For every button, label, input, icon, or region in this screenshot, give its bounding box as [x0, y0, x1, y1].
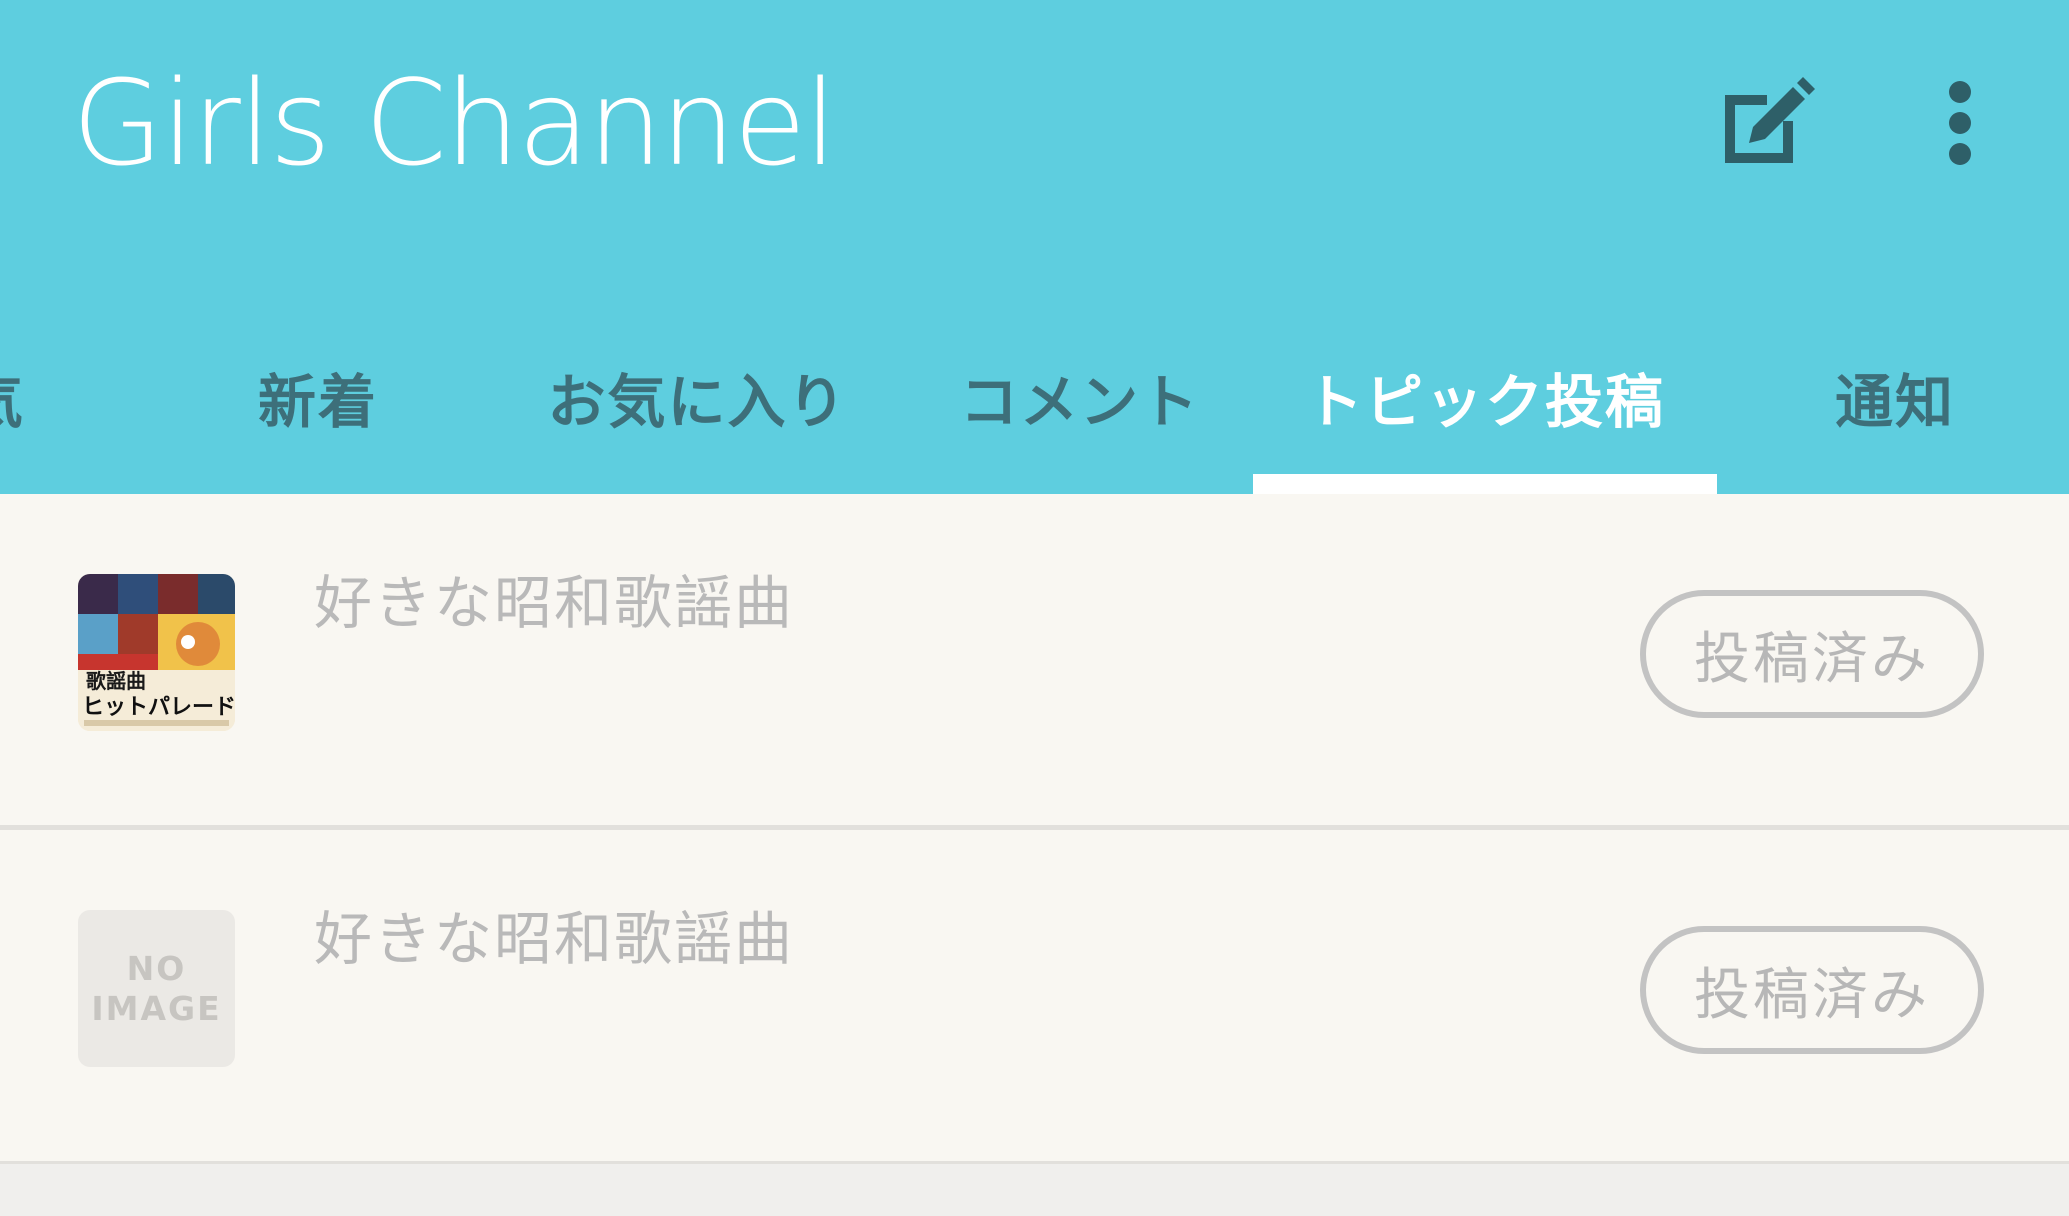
album-caption-main: ヒットパレード — [82, 695, 235, 720]
active-tab-indicator — [1253, 474, 1717, 494]
album-caption-top: 歌謡曲 — [86, 669, 146, 693]
list-footer-space — [0, 1164, 2069, 1216]
tab-favorites[interactable]: お気に入り — [540, 300, 855, 494]
compose-button[interactable] — [1700, 58, 1830, 188]
topic-row[interactable]: 歌謡曲 ヒットパレード 好きな昭和歌謡曲 投稿済み — [0, 494, 2069, 825]
tab-topic-posts[interactable]: トピック投稿 — [1253, 300, 1717, 494]
tab-comments[interactable]: コメント — [940, 300, 1220, 494]
tab-new[interactable]: 新着 — [200, 300, 436, 494]
tab-popular[interactable]: 気 — [0, 300, 30, 494]
app-root: Girls Channel 気 新着 お気に入り コメント トピック投稿 通知 — [0, 0, 2069, 1216]
topic-title: 好きな昭和歌謡曲 — [314, 905, 795, 973]
tab-bar: 気 新着 お気に入り コメント トピック投稿 通知 — [0, 300, 2069, 494]
app-title: Girls Channel — [72, 54, 837, 192]
posted-status-button[interactable]: 投稿済み — [1640, 590, 1984, 718]
posted-status-button[interactable]: 投稿済み — [1640, 926, 1984, 1054]
no-image-text-line2: IMAGE — [91, 988, 222, 1028]
overflow-menu-button[interactable] — [1915, 58, 2005, 188]
app-header: Girls Channel 気 新着 お気に入り コメント トピック投稿 通知 — [0, 0, 2069, 494]
topic-thumbnail: 歌謡曲 ヒットパレード — [78, 574, 235, 731]
topic-title: 好きな昭和歌謡曲 — [314, 569, 795, 637]
album-art-image: 歌謡曲 ヒットパレード — [78, 574, 235, 731]
no-image-placeholder: NO IMAGE — [78, 910, 235, 1067]
topic-list: 歌謡曲 ヒットパレード 好きな昭和歌謡曲 投稿済み NO IMAGE 好きな昭和… — [0, 494, 2069, 1166]
topic-row[interactable]: NO IMAGE 好きな昭和歌謡曲 投稿済み — [0, 830, 2069, 1161]
no-image-text-line1: NO — [126, 948, 187, 988]
more-vertical-icon — [1949, 81, 1971, 165]
edit-square-icon — [1725, 77, 1815, 163]
tab-notifications[interactable]: 通知 — [1790, 300, 2000, 494]
